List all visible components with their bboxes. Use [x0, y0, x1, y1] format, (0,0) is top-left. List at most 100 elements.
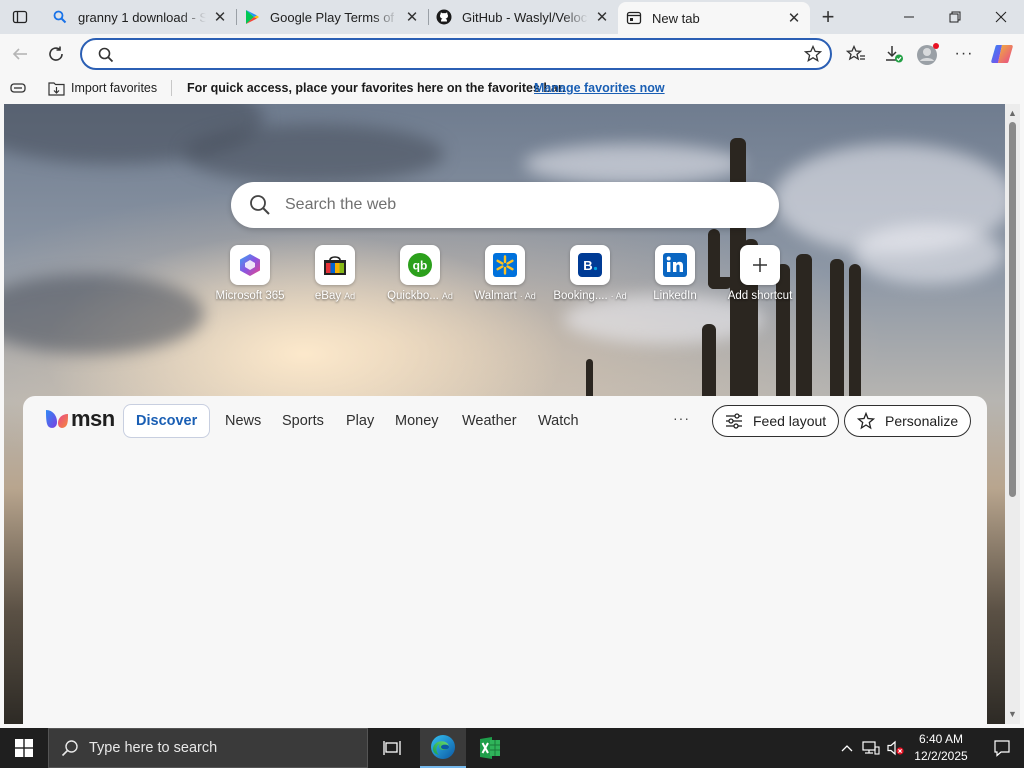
- feed-tab-weather[interactable]: Weather: [462, 413, 517, 429]
- tab-title: GitHub - Waslyl/Velocity: [462, 9, 588, 25]
- shortcut-ebay[interactable]: eBay Ad: [292, 245, 378, 307]
- web-search-box[interactable]: [231, 182, 779, 228]
- copilot-button[interactable]: [988, 40, 1016, 68]
- shortcut-walmart[interactable]: Walmart · Ad: [462, 245, 548, 307]
- minimize-button[interactable]: [886, 0, 932, 34]
- address-input[interactable]: [122, 44, 782, 64]
- tab-actions-menu-button[interactable]: [6, 5, 34, 29]
- svg-text:B: B: [583, 258, 592, 273]
- favorite-star-icon[interactable]: [803, 44, 823, 68]
- windows-taskbar: Type here to search 6:40 AM 12/2/2025: [0, 728, 1024, 768]
- shortcut-label: Booking.... · Ad: [543, 290, 637, 302]
- chevron-up-icon: [841, 745, 853, 752]
- favorites-icon: [846, 45, 865, 61]
- feed-tab-sports[interactable]: Sports: [282, 413, 324, 429]
- taskbar-search-box[interactable]: Type here to search: [48, 728, 368, 768]
- refresh-button[interactable]: [42, 40, 70, 68]
- copilot-icon: [991, 45, 1013, 63]
- svg-text:qb: qb: [413, 259, 428, 273]
- feed-layout-button[interactable]: Feed layout: [712, 405, 840, 437]
- shortcut-booking[interactable]: B Booking.... · Ad: [547, 245, 633, 307]
- favorites-bar-message: For quick access, place your favorites h…: [187, 81, 566, 95]
- start-button[interactable]: [0, 728, 48, 768]
- personalize-button[interactable]: Personalize: [844, 405, 972, 437]
- restore-button[interactable]: [932, 0, 978, 34]
- tab-google-play[interactable]: Google Play Terms of Service ✕: [236, 0, 428, 34]
- close-tab-icon[interactable]: ✕: [404, 9, 420, 26]
- shortcut-linkedin[interactable]: LinkedIn: [632, 245, 718, 307]
- taskbar-edge-app[interactable]: [420, 728, 466, 768]
- feed-tab-money[interactable]: Money: [395, 413, 439, 429]
- add-shortcut-icon: [740, 245, 780, 285]
- web-search-input[interactable]: [285, 194, 745, 216]
- linkedin-icon: [655, 245, 695, 285]
- shortcut-add[interactable]: Add shortcut: [717, 245, 803, 307]
- profile-button[interactable]: [914, 40, 942, 68]
- shortcut-label: LinkedIn: [628, 290, 722, 302]
- manage-favorites-link[interactable]: Manage favorites now: [534, 81, 665, 95]
- close-tab-icon[interactable]: ✕: [786, 10, 802, 27]
- favorites-button[interactable]: [842, 40, 870, 68]
- system-clock[interactable]: 6:40 AM 12/2/2025: [904, 731, 978, 765]
- background-cloud: [184, 124, 444, 184]
- network-button[interactable]: [860, 728, 882, 768]
- feed-tab-news[interactable]: News: [225, 413, 261, 429]
- back-button[interactable]: [6, 40, 34, 68]
- tab-search[interactable]: granny 1 download - Search ✕: [44, 0, 236, 34]
- close-window-button[interactable]: [978, 0, 1024, 34]
- feed-tab-watch[interactable]: Watch: [538, 413, 579, 429]
- shortcut-name: Walmart: [474, 290, 517, 302]
- spreadsheet-app-icon: [480, 737, 500, 759]
- feed-more-button[interactable]: ···: [673, 410, 690, 426]
- search-icon: [249, 194, 271, 221]
- close-tab-icon[interactable]: ✕: [594, 9, 610, 26]
- booking-icon: B: [570, 245, 610, 285]
- shortcut-name: Quickbo...: [387, 290, 439, 302]
- edge-browser-icon: [431, 735, 455, 759]
- tab-github[interactable]: GitHub - Waslyl/Velocity ✕: [428, 0, 618, 34]
- sliders-icon: [726, 413, 742, 429]
- page-scrollbar[interactable]: ▲ ▼: [1005, 104, 1020, 724]
- close-tab-icon[interactable]: ✕: [212, 9, 228, 26]
- shortcut-name: Microsoft 365: [215, 290, 285, 302]
- msn-logo[interactable]: msn: [45, 406, 115, 432]
- browser-toolbar: ···: [0, 34, 1024, 74]
- ad-badge: Ad: [441, 291, 453, 301]
- feed-tab-discover[interactable]: Discover: [123, 404, 211, 438]
- refresh-icon: [49, 46, 63, 61]
- scroll-down-arrow-icon[interactable]: ▼: [1007, 709, 1018, 719]
- github-icon: [436, 9, 452, 25]
- shortcut-label: Walmart · Ad: [458, 290, 552, 302]
- scrollbar-thumb[interactable]: [1009, 122, 1016, 497]
- shortcut-label: eBay Ad: [288, 290, 382, 302]
- background-cloud: [524, 144, 744, 184]
- shortcut-quickbooks[interactable]: qb Quickbo... Ad: [377, 245, 463, 307]
- personalize-label: Personalize: [885, 413, 959, 429]
- google-play-icon: [244, 9, 260, 25]
- notification-icon: [994, 740, 1010, 757]
- ad-badge: · Ad: [519, 291, 536, 301]
- shortcut-name: Booking....: [553, 290, 608, 302]
- tab-title: granny 1 download - Search: [78, 9, 206, 25]
- taskbar-sheets-app[interactable]: [466, 728, 512, 768]
- volume-button[interactable]: [884, 728, 906, 768]
- msn-logo-text: msn: [71, 406, 115, 431]
- show-hidden-icons-button[interactable]: [836, 728, 858, 768]
- feed-tab-play[interactable]: Play: [346, 413, 374, 429]
- new-tab-button[interactable]: +: [815, 4, 841, 30]
- notification-center-button[interactable]: [980, 728, 1024, 768]
- shortcut-label: Quickbo... Ad: [373, 290, 467, 302]
- clock-date: 12/2/2025: [914, 749, 968, 763]
- minimize-icon: [904, 16, 914, 18]
- quickbooks-icon: qb: [400, 245, 440, 285]
- address-bar[interactable]: [80, 38, 832, 70]
- settings-menu-button[interactable]: ···: [950, 40, 978, 68]
- import-favorites-button[interactable]: Import favorites: [48, 79, 157, 97]
- downloads-button[interactable]: [880, 40, 908, 68]
- shortcut-microsoft-365[interactable]: Microsoft 365: [207, 245, 293, 307]
- task-view-button[interactable]: [370, 728, 416, 768]
- tab-new-tab[interactable]: New tab ✕: [618, 2, 810, 34]
- scroll-up-arrow-icon[interactable]: ▲: [1007, 108, 1018, 118]
- favorites-bar-menu-icon[interactable]: [10, 81, 26, 98]
- shortcut-name: LinkedIn: [653, 290, 697, 302]
